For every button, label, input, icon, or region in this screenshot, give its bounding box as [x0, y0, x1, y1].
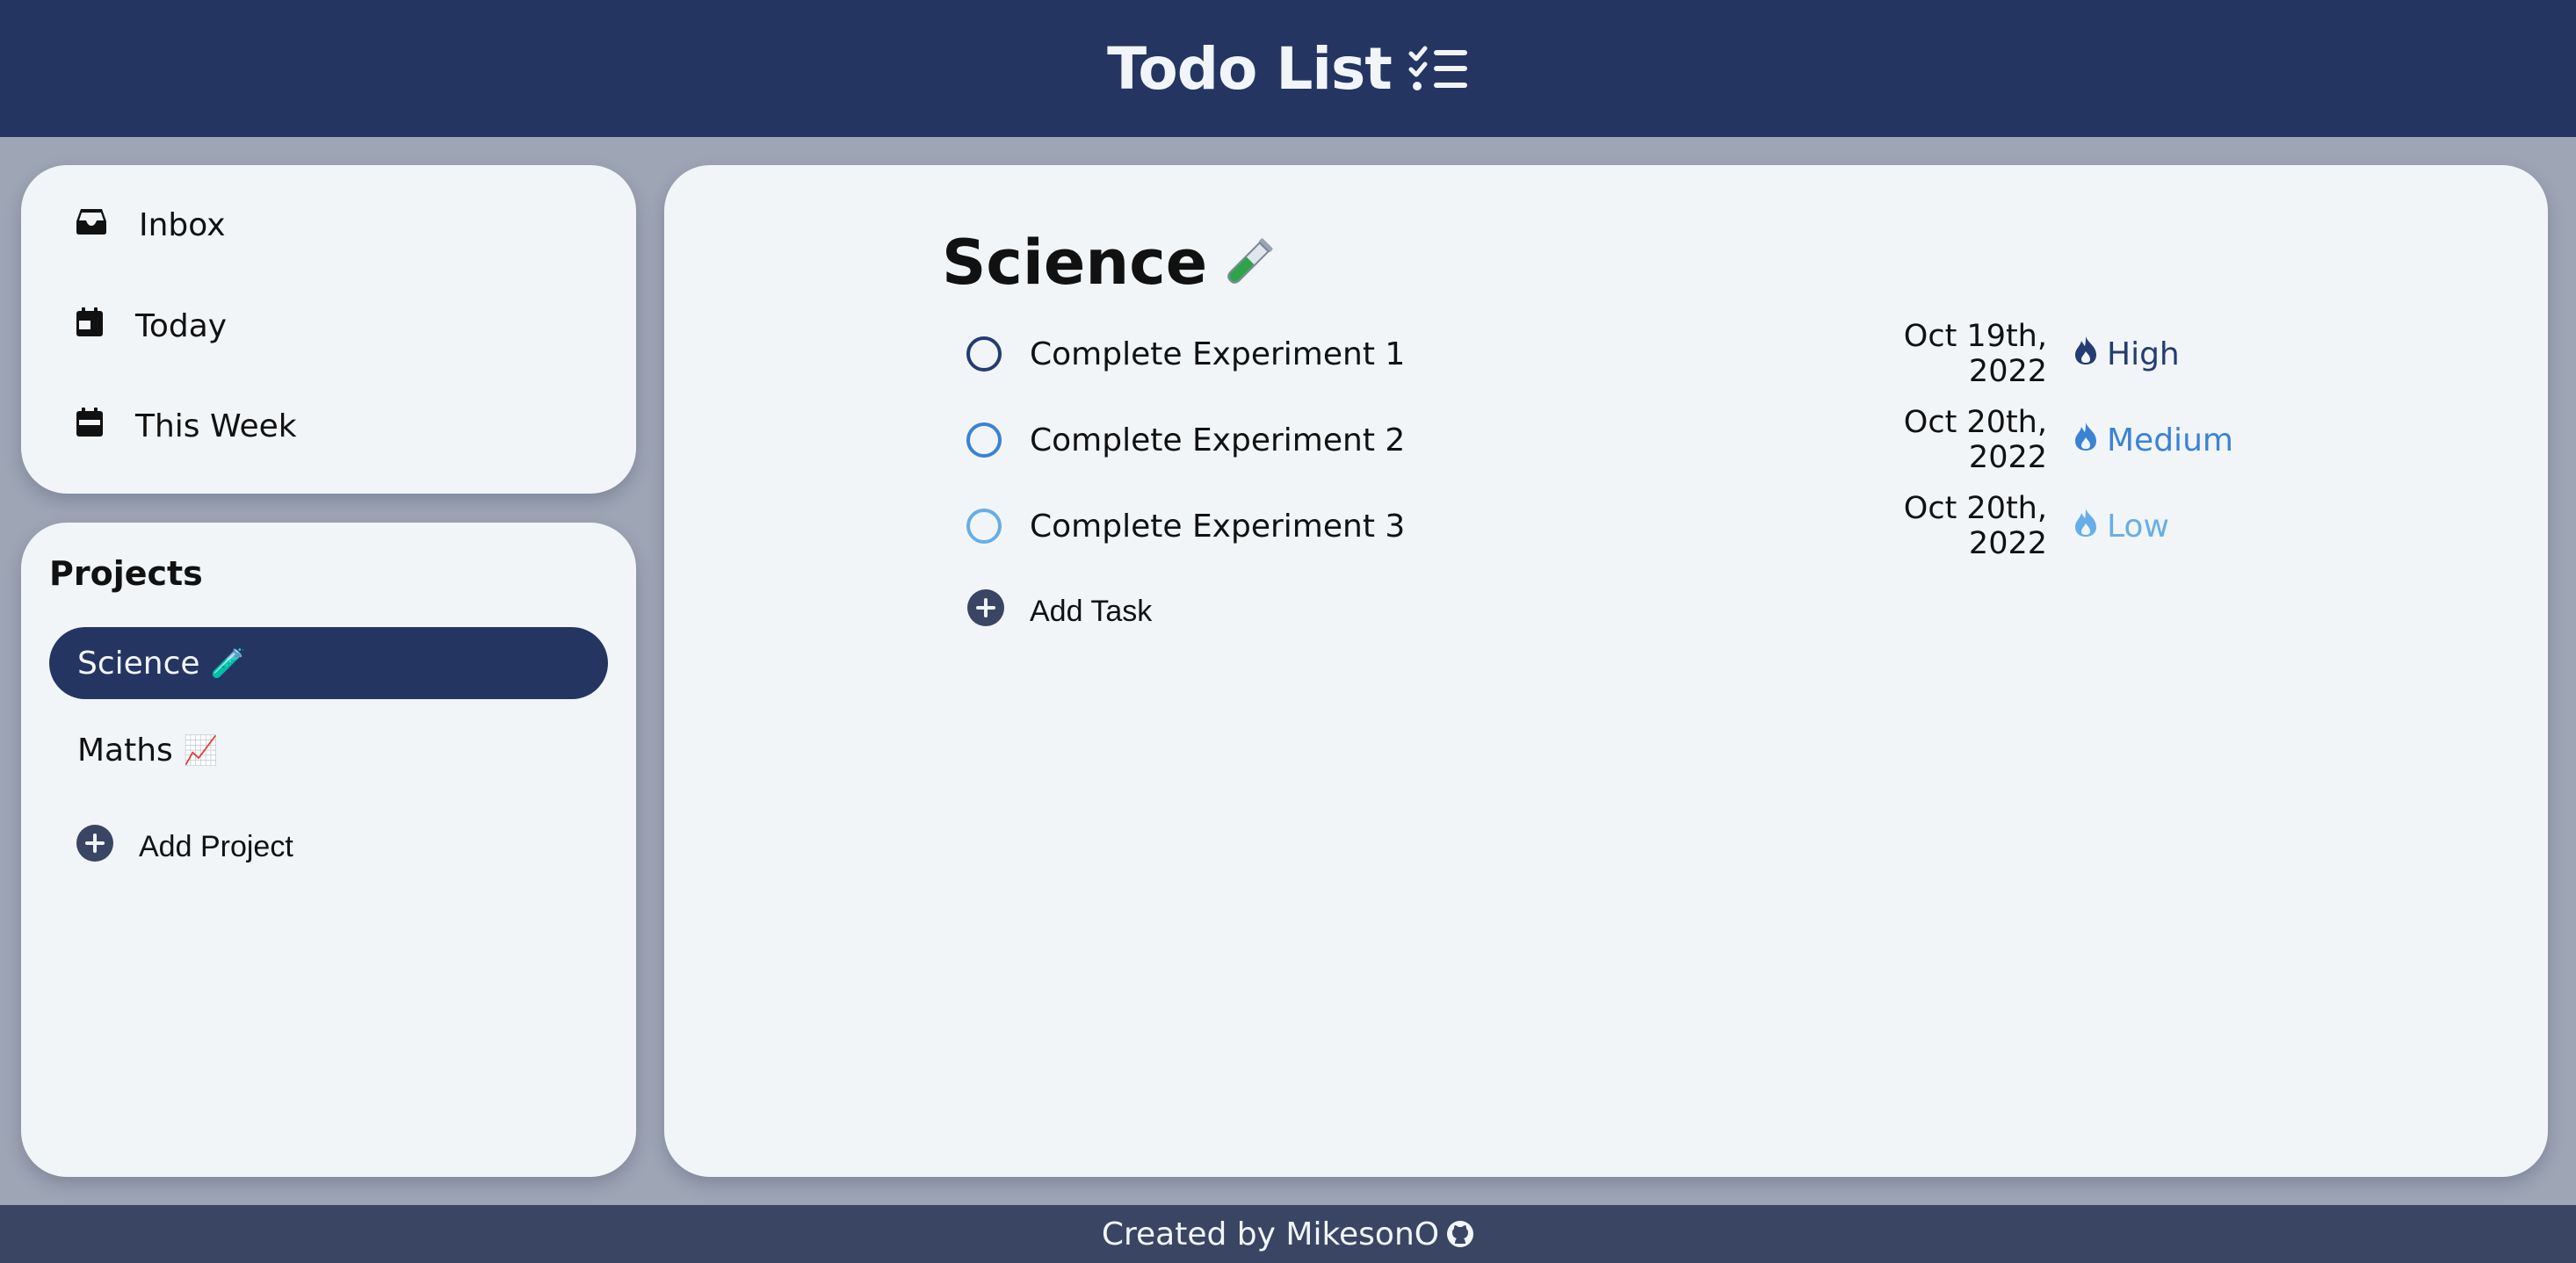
task-due-date: Oct 20th, 2022: [1903, 491, 2047, 561]
task-panel: Science Complete Experiment 1 Oct 19th, …: [664, 165, 2548, 1177]
project-item-maths[interactable]: Maths 📈: [49, 714, 608, 786]
task-due-date: Oct 20th, 2022: [1903, 405, 2047, 475]
inbox-icon: [76, 207, 107, 243]
chart-increasing-icon: 📈: [183, 733, 219, 767]
priority-label: High: [2107, 336, 2180, 372]
app-footer: Created by MikesonO: [0, 1205, 2576, 1263]
app-header: Todo List: [0, 0, 2576, 137]
nav-label: Inbox: [139, 207, 226, 243]
github-icon[interactable]: [1446, 1220, 1474, 1248]
priority-label: Medium: [2107, 422, 2233, 458]
project-label: Maths: [77, 732, 173, 769]
nav-label: This Week: [135, 408, 297, 444]
task-priority: Low: [2073, 508, 2258, 545]
project-label: Science: [77, 645, 200, 682]
add-project-button[interactable]: Add Project: [76, 824, 293, 870]
checklist-icon: [1407, 45, 1469, 92]
task-checkbox[interactable]: [966, 422, 1002, 458]
task-row: Complete Experiment 3 Oct 20th, 2022 Low: [966, 491, 2258, 561]
projects-heading: Projects: [49, 554, 203, 593]
fire-icon: [2073, 336, 2098, 373]
plus-circle-icon: [966, 588, 1005, 635]
task-checkbox[interactable]: [966, 336, 1002, 372]
task-checkbox[interactable]: [966, 509, 1002, 544]
task-name: Complete Experiment 1: [1030, 336, 1406, 372]
fire-icon: [2073, 508, 2098, 545]
app-title: Todo List: [1107, 34, 1393, 103]
test-tube-icon: 🧪: [210, 646, 246, 680]
task-row: Complete Experiment 1 Oct 19th, 2022 Hig…: [966, 319, 2258, 389]
priority-label: Low: [2107, 508, 2169, 545]
task-row: Complete Experiment 2 Oct 20th, 2022 Med…: [966, 405, 2258, 475]
nav-panel: Inbox Today This Week: [21, 165, 636, 494]
nav-item-today[interactable]: Today: [76, 307, 227, 345]
add-project-label: Add Project: [139, 830, 293, 863]
footer-credit: Created by MikesonO: [1101, 1216, 1440, 1252]
calendar-week-icon: [76, 408, 104, 445]
plus-circle-icon: [76, 824, 114, 870]
task-name: Complete Experiment 3: [1030, 508, 1406, 545]
test-tube-icon: [1219, 234, 1277, 292]
task-name: Complete Experiment 2: [1030, 422, 1406, 458]
calendar-day-icon: [76, 307, 104, 345]
nav-item-this-week[interactable]: This Week: [76, 408, 297, 445]
task-priority: High: [2073, 336, 2258, 373]
fire-icon: [2073, 422, 2098, 459]
task-priority: Medium: [2073, 422, 2258, 459]
add-task-button[interactable]: Add Task: [966, 588, 1152, 635]
task-due-date: Oct 19th, 2022: [1903, 319, 2047, 389]
projects-panel: Projects Science 🧪 Maths 📈 Add Project: [21, 523, 636, 1177]
nav-label: Today: [135, 308, 228, 344]
project-item-science[interactable]: Science 🧪: [49, 627, 608, 699]
project-title-text: Science: [942, 227, 1208, 299]
add-task-label: Add Task: [1030, 595, 1153, 628]
project-title: Science: [942, 227, 1277, 299]
nav-item-inbox[interactable]: Inbox: [76, 207, 226, 243]
